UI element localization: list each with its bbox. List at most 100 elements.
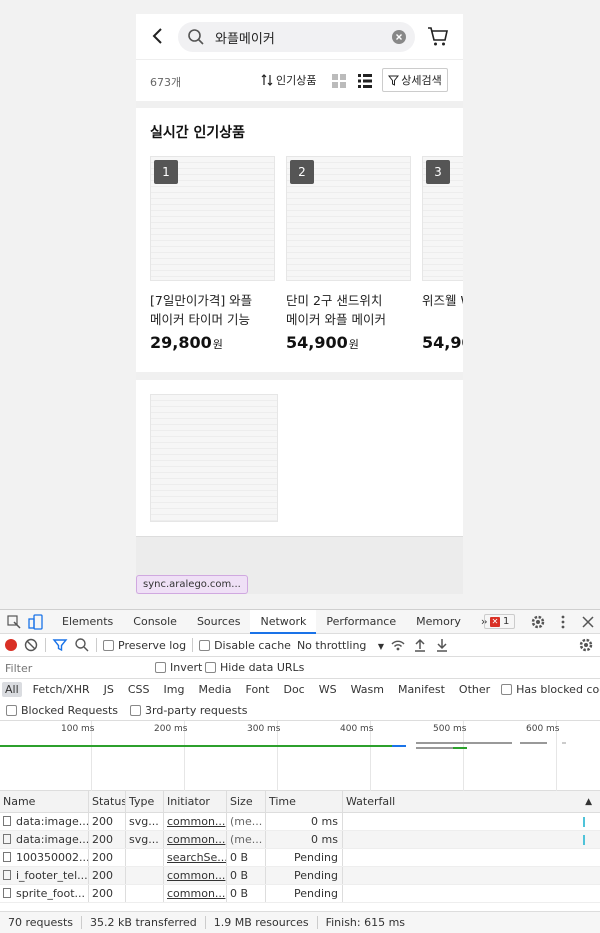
type-ws[interactable]: WS: [316, 682, 340, 697]
network-overview[interactable]: 100 ms 200 ms 300 ms 400 ms 500 ms 600 m…: [0, 721, 600, 791]
disable-cache-checkbox[interactable]: Disable cache: [199, 639, 291, 652]
tab-console[interactable]: Console: [123, 610, 187, 634]
sort-button[interactable]: 인기상품: [261, 72, 316, 88]
tab-sources[interactable]: Sources: [187, 610, 251, 634]
toolbar-divider: [45, 638, 46, 652]
waterfall-bar: [416, 742, 512, 744]
network-toolbar: Preserve log Disable cache No throttling…: [0, 634, 600, 657]
table-row[interactable]: data:image... 200 svg... common... (me..…: [0, 831, 600, 849]
type-other[interactable]: Other: [456, 682, 493, 697]
back-arrow-icon[interactable]: [148, 26, 168, 46]
filter-input[interactable]: [2, 660, 144, 676]
settings-gear-icon[interactable]: [530, 614, 546, 630]
tab-network[interactable]: Network: [250, 609, 317, 634]
inspect-element-icon[interactable]: [6, 614, 22, 630]
tick-line: 600 ms: [526, 721, 560, 791]
tab-performance[interactable]: Performance: [316, 610, 406, 634]
detail-search-button[interactable]: 상세검색: [382, 68, 448, 92]
product-card[interactable]: 3 위즈웰 W 식메이커 54,90: [422, 156, 463, 352]
product-thumbnail[interactable]: 2: [286, 156, 411, 281]
blocked-cookies-checkbox[interactable]: Has blocked cookies: [501, 683, 600, 696]
device-toolbar-icon[interactable]: [28, 613, 44, 630]
type-css[interactable]: CSS: [125, 682, 153, 697]
type-manifest[interactable]: Manifest: [395, 682, 448, 697]
requests-table-body: data:image... 200 svg... common... (me..…: [0, 813, 600, 903]
rank-badge: 1: [154, 160, 178, 184]
waterfall-bar: [0, 745, 392, 747]
product-card[interactable]: 2 단미 2구 샌드위치 메이커 와플 메이커 DA-SA 54,900원: [286, 156, 411, 352]
kebab-menu-icon[interactable]: [555, 614, 571, 630]
type-media[interactable]: Media: [195, 682, 234, 697]
waterfall-cell: [343, 831, 600, 848]
toolbar-divider: [96, 638, 97, 652]
tick-line: 100 ms: [61, 721, 95, 791]
rank-badge: 2: [290, 160, 314, 184]
table-row[interactable]: i_footer_tel... 200 common... 0 B Pendin…: [0, 867, 600, 885]
close-icon[interactable]: [580, 614, 596, 630]
search-input[interactable]: 와플메이커: [178, 22, 415, 52]
status-url: sync.aralego.com...: [136, 575, 248, 594]
type-font[interactable]: Font: [243, 682, 273, 697]
record-icon[interactable]: [5, 639, 17, 651]
clear-icon[interactable]: [392, 30, 406, 44]
grid-view-icon[interactable]: [332, 74, 346, 88]
preserve-log-checkbox[interactable]: Preserve log: [103, 639, 186, 652]
product-thumbnail[interactable]: 3: [422, 156, 463, 281]
sort-up-icon: ▲: [585, 797, 592, 807]
col-initiator[interactable]: Initiator: [164, 791, 227, 812]
list-view-icon[interactable]: [358, 74, 372, 88]
result-count: 673개: [150, 76, 182, 89]
type-js[interactable]: JS: [101, 682, 117, 697]
clear-log-icon[interactable]: [23, 637, 39, 653]
network-conditions-icon[interactable]: [390, 637, 406, 653]
table-row[interactable]: data:image... 200 svg... common... (me..…: [0, 813, 600, 831]
download-icon[interactable]: [434, 637, 450, 653]
results-toolbar: 673개 인기상품 상세검색: [136, 59, 463, 101]
file-icon: [3, 816, 11, 826]
blocked-requests-checkbox[interactable]: Blocked Requests: [6, 704, 118, 717]
tab-elements[interactable]: Elements: [52, 610, 123, 634]
product-thumbnail[interactable]: [150, 394, 278, 522]
col-waterfall[interactable]: Waterfall ▲: [343, 791, 600, 812]
type-wasm[interactable]: Wasm: [348, 682, 387, 697]
product-name[interactable]: [7일만이가격] 와플 메이커 타이머 기능 3in1: [150, 291, 275, 329]
product-name[interactable]: 단미 2구 샌드위치 메이커 와플 메이커 DA-SA: [286, 291, 411, 329]
col-time[interactable]: Time: [266, 791, 343, 812]
file-icon: [3, 852, 11, 862]
error-badge[interactable]: ✕ 1: [484, 614, 516, 629]
product-name[interactable]: 위즈웰 W 식메이커: [422, 291, 463, 329]
col-type[interactable]: Type: [126, 791, 164, 812]
table-row[interactable]: 100350002... 200 searchSe... 0 B Pending: [0, 849, 600, 867]
filter-icon: [388, 75, 400, 86]
filter-icon[interactable]: [52, 637, 68, 653]
product-price: 29,800원: [150, 333, 223, 352]
search-icon[interactable]: [74, 637, 90, 653]
type-fetch-xhr[interactable]: Fetch/XHR: [30, 682, 93, 697]
invert-checkbox[interactable]: Invert: [155, 661, 202, 674]
tick-line: 500 ms: [433, 721, 467, 791]
col-size[interactable]: Size: [227, 791, 266, 812]
type-doc[interactable]: Doc: [280, 682, 307, 697]
search-icon: [188, 29, 204, 45]
product-card[interactable]: 1 [7일만이가격] 와플 메이커 타이머 기능 3in1 29,800원: [150, 156, 275, 352]
upload-icon[interactable]: [412, 637, 428, 653]
hide-data-urls-checkbox[interactable]: Hide data URLs: [205, 661, 304, 674]
table-row[interactable]: sprite_foot... 200 common... 0 B Pending: [0, 885, 600, 903]
network-settings-icon[interactable]: [578, 637, 594, 653]
col-name[interactable]: Name: [0, 791, 89, 812]
waterfall-cell: [343, 849, 600, 866]
request-count: 70 requests: [0, 916, 83, 929]
product-thumbnail[interactable]: 1: [150, 156, 275, 281]
third-party-checkbox[interactable]: 3rd-party requests: [130, 704, 247, 717]
search-header: 와플메이커: [136, 14, 463, 59]
tab-memory[interactable]: Memory: [406, 610, 471, 634]
cart-icon[interactable]: [427, 25, 449, 47]
throttling-select[interactable]: No throttling ▼: [297, 639, 384, 652]
toolbar-divider: [192, 638, 194, 652]
type-all[interactable]: All: [2, 682, 22, 697]
blocked-filter-bar: Blocked Requests 3rd-party requests: [0, 700, 600, 721]
section-divider: [136, 372, 463, 380]
type-img[interactable]: Img: [161, 682, 188, 697]
devtools-panel: Elements Console Sources Network Perform…: [0, 609, 600, 933]
col-status[interactable]: Status: [89, 791, 126, 812]
